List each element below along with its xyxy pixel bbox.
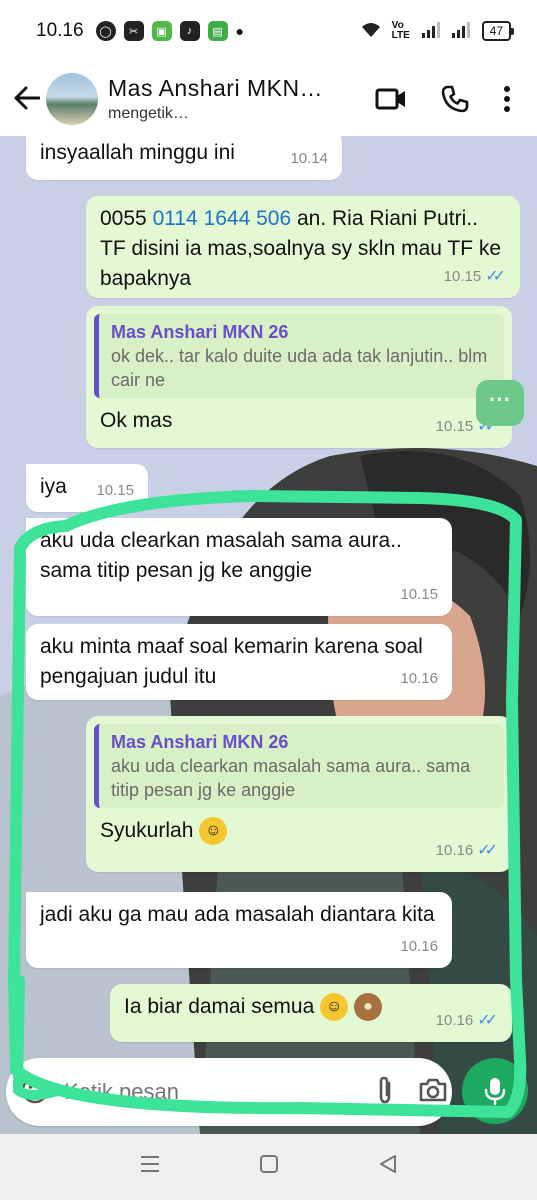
quoted-sender: Mas Anshari MKN 26 <box>111 732 289 752</box>
chat-area[interactable]: insyaallah minggu ini 10.14 0055 0114 16… <box>0 136 537 1134</box>
message-text: aku minta maaf soal kemarin karena soal … <box>40 635 423 688</box>
quoted-message[interactable]: Mas Anshari MKN 26 ok dek.. tar kalo dui… <box>94 314 504 398</box>
camera-icon <box>419 1078 447 1101</box>
kebab-menu-icon <box>504 86 510 112</box>
message-app-icon: ▤ <box>207 21 228 41</box>
volte-label: Vo LTE <box>391 20 410 41</box>
dots-icon: ··· <box>489 387 511 412</box>
message-time: 10.16 <box>400 932 438 962</box>
quoted-text: ok dek.. tar kalo duite uda ada tak lanj… <box>111 346 488 390</box>
status-bar: 10.16 ◯ ✂ ▣ ♪ ▤ ● Vo LTE 47 <box>0 0 537 62</box>
emoji-icon <box>21 1076 49 1103</box>
camera-button[interactable] <box>418 1077 448 1108</box>
read-ticks-icon: ✓✓ <box>477 842 498 859</box>
message-time: 10.15 <box>96 476 134 506</box>
more-notifications-dot: ● <box>235 23 245 39</box>
timestamp: 10.15 <box>400 586 438 603</box>
status-time: 10.16 <box>36 20 84 41</box>
contact-avatar[interactable] <box>46 73 98 125</box>
message-text: Syukurlah <box>100 819 194 842</box>
outgoing-message[interactable]: 0055 0114 1644 506 an. Ria Riani Putri..… <box>86 196 520 298</box>
timestamp: 10.16 <box>400 938 438 955</box>
incoming-message[interactable]: aku uda clearkan masalah sama aura.. sam… <box>26 518 452 616</box>
battery-icon: 47 <box>481 21 515 41</box>
typing-status: mengetik… <box>108 105 189 122</box>
message-time: 10.15 ✓✓ <box>444 262 506 292</box>
outgoing-reply-message[interactable]: Mas Anshari MKN 26 ok dek.. tar kalo dui… <box>86 306 512 448</box>
whatsapp-icon: ◯ <box>95 21 116 41</box>
hand-over-mouth-emoji-icon: ☺ <box>199 817 228 846</box>
timestamp: 10.15 <box>96 482 134 499</box>
incoming-message[interactable]: iya 10.15 <box>26 464 148 512</box>
home-button[interactable] <box>259 1154 279 1180</box>
menu-lines-icon <box>141 1156 160 1172</box>
phone-icon <box>441 85 469 113</box>
message-text: iya <box>40 475 67 498</box>
incoming-message[interactable]: jadi aku ga mau ada masalah diantara kit… <box>26 892 452 968</box>
timestamp: 10.15 <box>443 268 482 285</box>
emoji-button[interactable] <box>20 1075 50 1110</box>
quoted-text: aku uda clearkan masalah sama aura.. sam… <box>111 756 471 800</box>
message-text: insyaallah minggu ini <box>40 141 235 164</box>
tiktok-icon: ♪ <box>179 21 200 41</box>
scroll-more-button[interactable]: ··· <box>476 380 524 426</box>
timestamp: 10.16 <box>435 1012 474 1029</box>
video-call-button[interactable] <box>375 87 407 111</box>
message-text: Ok mas <box>100 409 173 432</box>
back-nav-button[interactable] <box>378 1154 398 1180</box>
app-notification-icon: ✂ <box>123 21 144 41</box>
outgoing-reply-message[interactable]: Mas Anshari MKN 26 aku uda clearkan masa… <box>86 716 512 872</box>
read-ticks-icon: ✓✓ <box>485 268 506 285</box>
message-text: 0055 0114 1644 506 an. Ria Riani Putri..… <box>100 207 501 290</box>
signal-icon-1 <box>421 21 442 41</box>
triangle-back-icon <box>379 1155 396 1173</box>
wifi-icon <box>360 21 382 42</box>
square-home-icon <box>260 1155 279 1173</box>
message-input-bar <box>6 1058 452 1126</box>
message-input[interactable] <box>64 1079 352 1105</box>
chat-header: Mas Anshari MKN… mengetik… <box>0 62 537 136</box>
attach-button[interactable] <box>374 1075 396 1110</box>
voice-message-button[interactable] <box>462 1058 528 1124</box>
more-options-button[interactable] <box>503 86 511 112</box>
contact-name: Mas Anshari MKN… <box>108 75 324 101</box>
read-ticks-icon: ✓✓ <box>477 1012 498 1029</box>
microphone-icon <box>484 1078 506 1106</box>
voice-call-button[interactable] <box>441 85 469 113</box>
signal-icon-2 <box>451 21 472 41</box>
timestamp: 10.16 <box>435 842 474 859</box>
incoming-message[interactable]: insyaallah minggu ini 10.14 <box>26 136 342 180</box>
see-no-evil-monkey-emoji-icon: ● <box>353 993 382 1022</box>
incoming-message[interactable]: aku minta maaf soal kemarin karena soal … <box>26 624 452 700</box>
shopping-app-icon: ▣ <box>151 21 172 41</box>
back-button[interactable] <box>0 81 46 118</box>
phone-number-link[interactable]: 0114 1644 506 <box>153 207 292 230</box>
message-text: aku uda clearkan masalah sama aura.. sam… <box>40 529 402 582</box>
quoted-sender: Mas Anshari MKN 26 <box>111 322 289 342</box>
timestamp: 10.14 <box>290 150 328 167</box>
recent-apps-button[interactable] <box>139 1154 161 1180</box>
paperclip-icon <box>379 1076 391 1103</box>
timestamp: 10.16 <box>400 670 438 687</box>
message-time: 10.14 <box>290 144 328 174</box>
message-text: jadi aku ga mau ada masalah diantara kit… <box>40 903 435 926</box>
message-time: 10.16 ✓✓ <box>436 1006 498 1036</box>
message-text: Ia biar damai semua <box>124 995 315 1018</box>
system-nav-bar <box>0 1134 537 1200</box>
message-time: 10.16 ✓✓ <box>436 836 498 866</box>
message-time: 10.16 <box>400 664 438 694</box>
rolling-laughing-emoji-icon: ☺ <box>320 993 349 1022</box>
message-text-prefix: 0055 <box>100 207 153 230</box>
video-camera-icon <box>375 88 405 110</box>
message-time: 10.15 <box>400 580 438 610</box>
contact-info[interactable]: Mas Anshari MKN… mengetik… <box>108 75 338 123</box>
arrow-left-icon <box>14 81 41 117</box>
quoted-message[interactable]: Mas Anshari MKN 26 aku uda clearkan masa… <box>94 724 504 808</box>
outgoing-message[interactable]: Ia biar damai semua ☺ ● 10.16 ✓✓ <box>110 984 512 1042</box>
notification-icons: ◯ ✂ ▣ ♪ ▤ ● <box>95 21 245 41</box>
timestamp: 10.15 <box>435 418 474 435</box>
